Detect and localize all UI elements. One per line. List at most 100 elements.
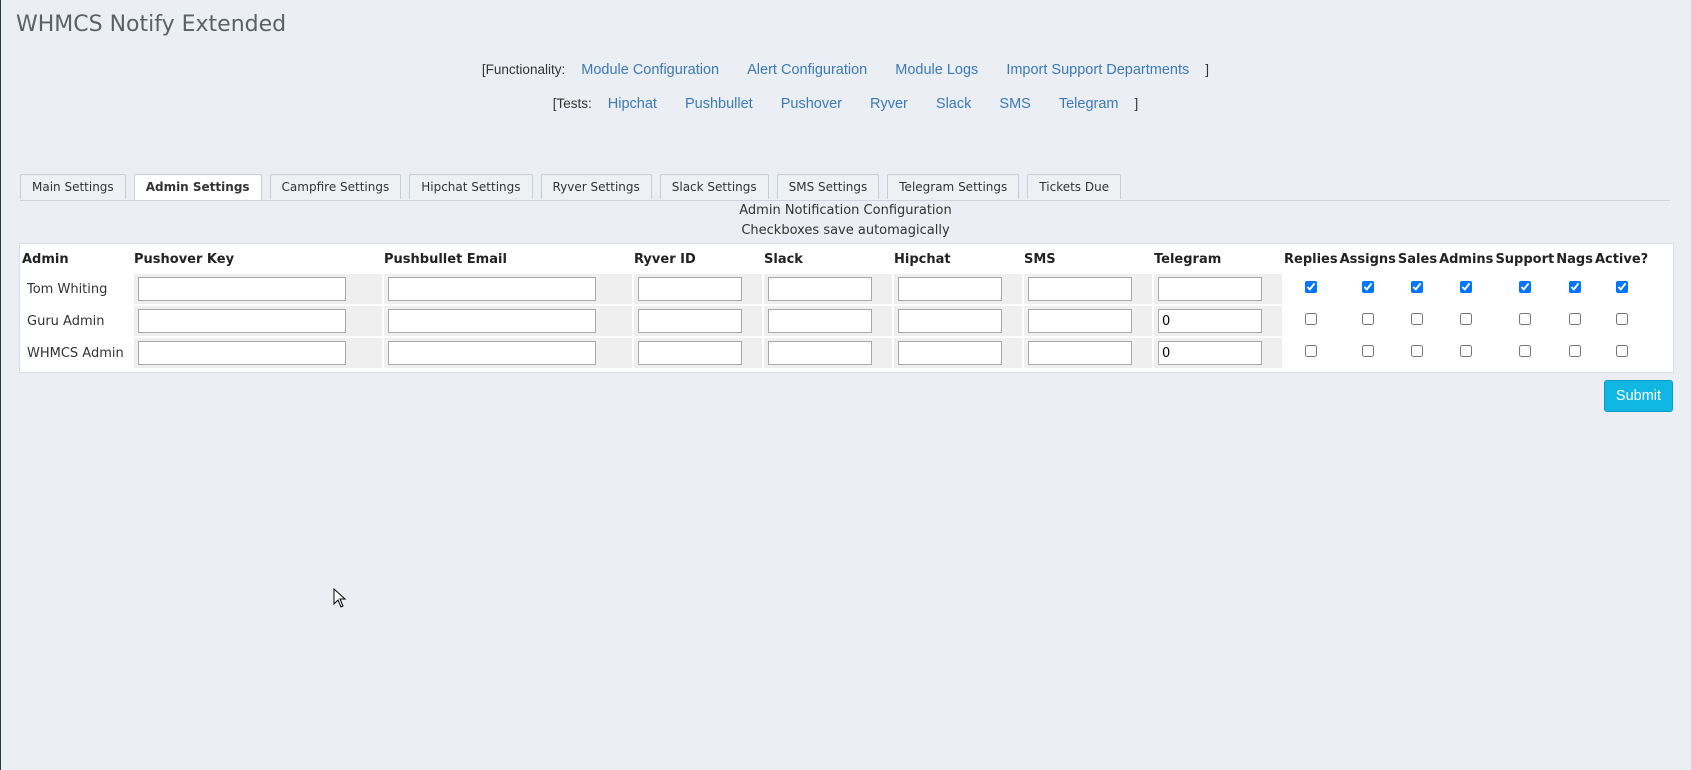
hipchat-cell (894, 306, 1022, 336)
hipchat-input[interactable] (898, 341, 1002, 365)
pushbullet-email-input[interactable] (388, 309, 596, 333)
admins-cell (1439, 274, 1494, 304)
telegram-input[interactable] (1158, 341, 1262, 365)
sales-checkbox[interactable] (1411, 313, 1424, 325)
tab-telegram-settings[interactable]: Telegram Settings (887, 174, 1020, 199)
admins-checkbox[interactable] (1460, 281, 1473, 293)
tab-slack-settings[interactable]: Slack Settings (659, 174, 769, 199)
header-admins: Admins (1439, 251, 1494, 267)
pushover-key-cell (134, 306, 382, 336)
admin-notification-panel: Admin Pushover Key Pushbullet Email Ryve… (19, 243, 1674, 373)
table-row: Tom Whiting (22, 274, 1649, 304)
pushover-key-input[interactable] (138, 341, 346, 365)
nags-checkbox[interactable] (1568, 313, 1581, 325)
assigns-cell (1339, 274, 1396, 304)
header-replies: Replies (1284, 251, 1338, 267)
test-link-pushover[interactable]: Pushover (781, 96, 842, 112)
replies-cell (1284, 306, 1338, 336)
support-checkbox[interactable] (1518, 313, 1531, 325)
replies-cell (1284, 338, 1338, 368)
test-link-sms[interactable]: SMS (999, 96, 1030, 112)
test-link-pushbullet[interactable]: Pushbullet (685, 96, 753, 112)
link-alert-configuration[interactable]: Alert Configuration (747, 62, 867, 78)
telegram-input[interactable] (1158, 277, 1262, 301)
pushover-key-input[interactable] (138, 309, 346, 333)
telegram-input[interactable] (1158, 309, 1262, 333)
sales-checkbox[interactable] (1411, 345, 1424, 357)
submit-button[interactable]: Submit (1604, 380, 1673, 412)
tests-label: [Tests: (552, 96, 592, 111)
sms-input[interactable] (1028, 277, 1132, 301)
config-note: Checkboxes save automagically (741, 223, 950, 238)
header-sales: Sales (1397, 251, 1438, 267)
slack-input[interactable] (768, 341, 872, 365)
header-assigns: Assigns (1339, 251, 1396, 267)
sales-cell (1397, 306, 1438, 336)
test-link-slack[interactable]: Slack (936, 96, 971, 112)
nags-checkbox[interactable] (1568, 345, 1581, 357)
admin-name: Guru Admin (22, 306, 132, 336)
header-support: Support (1495, 251, 1555, 267)
header-telegram: Telegram (1154, 251, 1222, 267)
active-checkbox[interactable] (1615, 313, 1628, 325)
support-cell (1495, 274, 1555, 304)
sms-input[interactable] (1028, 309, 1132, 333)
pushover-key-cell (134, 274, 382, 304)
slack-cell (764, 274, 892, 304)
replies-checkbox[interactable] (1304, 281, 1317, 293)
sales-checkbox[interactable] (1411, 281, 1424, 293)
slack-input[interactable] (768, 309, 872, 333)
sms-input[interactable] (1028, 341, 1132, 365)
telegram-cell (1154, 306, 1282, 336)
ryver-id-cell (634, 338, 762, 368)
active-checkbox[interactable] (1615, 345, 1628, 357)
tab-main-settings[interactable]: Main Settings (20, 174, 126, 199)
assigns-checkbox[interactable] (1361, 281, 1374, 293)
support-checkbox[interactable] (1518, 281, 1531, 293)
nags-cell (1556, 306, 1593, 336)
replies-checkbox[interactable] (1304, 313, 1317, 325)
test-link-ryver[interactable]: Ryver (870, 96, 908, 112)
hipchat-input[interactable] (898, 277, 1002, 301)
replies-checkbox[interactable] (1304, 345, 1317, 357)
slack-input[interactable] (768, 277, 872, 301)
admins-checkbox[interactable] (1460, 313, 1473, 325)
active-checkbox[interactable] (1615, 281, 1628, 293)
sales-cell (1397, 338, 1438, 368)
pushbullet-email-input[interactable] (388, 277, 596, 301)
header-hipchat: Hipchat (894, 251, 951, 267)
nags-checkbox[interactable] (1568, 281, 1581, 293)
header-pushbullet-email: Pushbullet Email (384, 251, 507, 267)
tab-tickets-due[interactable]: Tickets Due (1027, 174, 1122, 199)
test-link-telegram[interactable]: Telegram (1059, 96, 1119, 112)
support-checkbox[interactable] (1518, 345, 1531, 357)
support-cell (1495, 306, 1555, 336)
header-slack: Slack (764, 251, 803, 267)
pushover-key-input[interactable] (138, 277, 346, 301)
assigns-checkbox[interactable] (1361, 313, 1374, 325)
admins-cell (1439, 306, 1494, 336)
slack-cell (764, 338, 892, 368)
assigns-checkbox[interactable] (1361, 345, 1374, 357)
tab-hipchat-settings[interactable]: Hipchat Settings (409, 174, 533, 199)
tab-admin-settings[interactable]: Admin Settings (133, 174, 262, 200)
tab-sms-settings[interactable]: SMS Settings (776, 174, 880, 199)
link-module-configuration[interactable]: Module Configuration (581, 62, 719, 78)
link-module-logs[interactable]: Module Logs (895, 62, 978, 78)
sms-cell (1024, 338, 1152, 368)
test-link-hipchat[interactable]: Hipchat (608, 96, 657, 112)
header-active: Active? (1594, 251, 1649, 267)
hipchat-input[interactable] (898, 309, 1002, 333)
tab-ryver-settings[interactable]: Ryver Settings (540, 174, 652, 199)
active-cell (1594, 306, 1649, 336)
ryver-id-input[interactable] (638, 309, 742, 333)
pushbullet-email-input[interactable] (388, 341, 596, 365)
ryver-id-input[interactable] (638, 277, 742, 301)
ryver-id-input[interactable] (638, 341, 742, 365)
hipchat-cell (894, 338, 1022, 368)
admins-checkbox[interactable] (1460, 345, 1473, 357)
assigns-cell (1339, 306, 1396, 336)
header-sms: SMS (1024, 251, 1056, 267)
link-import-support-departments[interactable]: Import Support Departments (1006, 62, 1189, 78)
tab-campfire-settings[interactable]: Campfire Settings (269, 174, 402, 199)
